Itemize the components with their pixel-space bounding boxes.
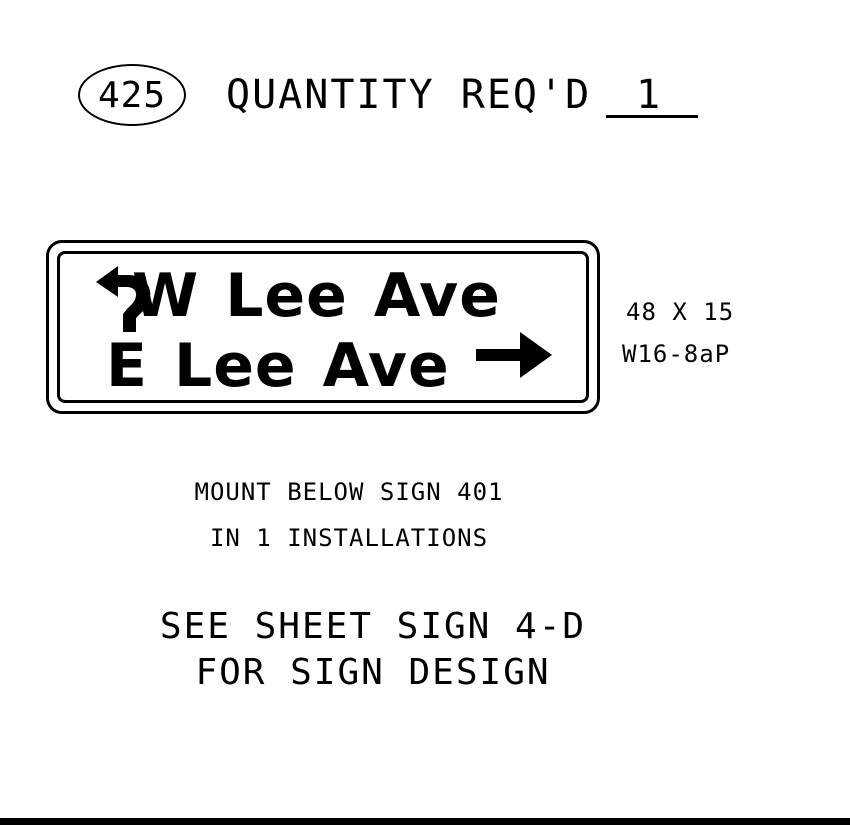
sign-line-2-part3: Ave (322, 331, 450, 401)
sign-number-oval: 425 (78, 64, 186, 126)
sign-code: W16-8aP (622, 340, 731, 368)
right-arrow-icon (476, 332, 552, 378)
sign-line-2-part2: Lee (174, 331, 297, 401)
sign-line-2: E Lee Ave (106, 336, 450, 396)
sign-line-1-part3: Ave (373, 261, 501, 331)
sign-line-1: W Lee Ave (132, 266, 501, 326)
mount-note-line-1: MOUNT BELOW SIGN 401 (194, 478, 504, 506)
quantity-field: 1 (606, 72, 698, 118)
mount-note-line-2: IN 1 INSTALLATIONS (209, 524, 489, 552)
sign-header: 425 QUANTITY REQ'D (78, 62, 591, 128)
quantity-label: QUANTITY REQ'D (226, 72, 592, 118)
quantity-value: 1 (636, 72, 661, 118)
sign-line-1-part2: Lee (225, 261, 348, 331)
bottom-rule (0, 818, 850, 825)
sign-line-1-part1: W (132, 261, 200, 331)
sign-number: 425 (97, 74, 167, 116)
quantity-underline (606, 115, 698, 118)
design-note-line-2: FOR SIGN DESIGN (195, 652, 551, 693)
sign-line-2-part1: E (106, 331, 148, 401)
design-note-line-1: SEE SHEET SIGN 4-D (159, 606, 587, 647)
sign-size: 48 X 15 (626, 298, 735, 326)
